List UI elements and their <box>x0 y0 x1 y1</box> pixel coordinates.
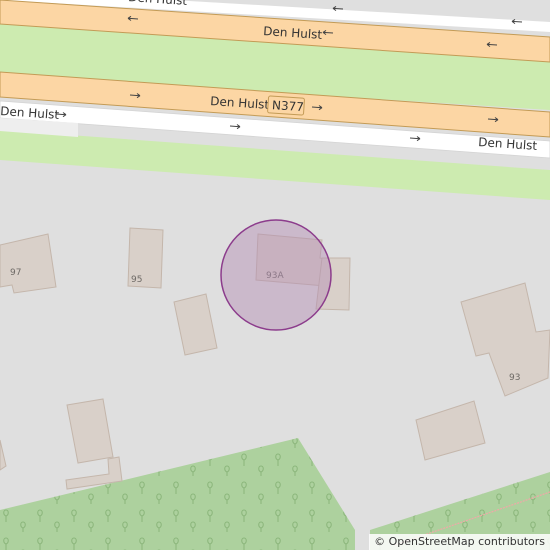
copyright-icon: © <box>374 535 386 548</box>
location-circle-marker[interactable] <box>220 219 332 331</box>
building-97[interactable] <box>0 233 57 294</box>
house-number-97: 97 <box>10 268 21 278</box>
house-number-93: 93 <box>509 373 520 383</box>
attribution-text[interactable]: OpenStreetMap contributors <box>389 535 545 548</box>
attribution[interactable]: © OpenStreetMap contributors <box>369 534 550 550</box>
map-canvas[interactable]: Den Hulst Den Hulst Den Hulst Den Hulst … <box>0 0 550 550</box>
road-ref-label: N377 <box>272 98 305 114</box>
road-ref-shield: N377 <box>267 95 305 116</box>
house-number-95: 95 <box>131 275 142 285</box>
